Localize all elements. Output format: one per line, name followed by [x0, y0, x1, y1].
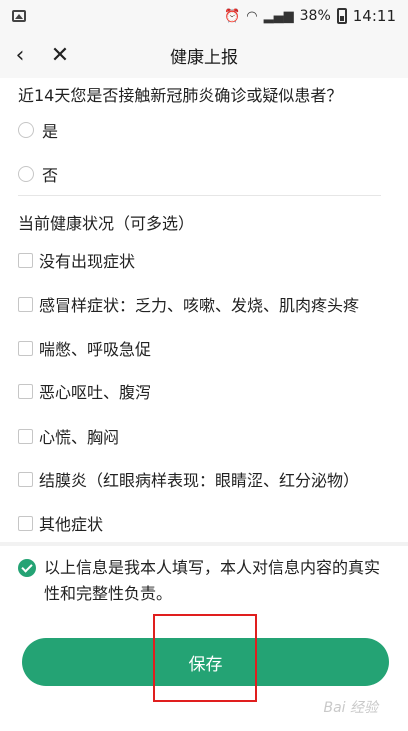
- check-circle-icon[interactable]: [18, 559, 36, 577]
- nav-bar: 健康上报 ‹ ✕: [0, 32, 408, 78]
- check-label: 喘憋、呼吸急促: [39, 340, 152, 359]
- confirm-statement[interactable]: 以上信息是我本人填写，本人对信息内容的真实 性和完整性负责。: [18, 555, 390, 607]
- save-button[interactable]: 保存: [22, 638, 389, 686]
- check-label: 没有出现症状: [39, 252, 136, 271]
- check-option-palpitation[interactable]: 心慌、胸闷: [18, 424, 119, 448]
- check-label: 恶心呕吐、腹泻: [39, 383, 152, 402]
- form-content[interactable]: 近14天您是否接触新冠肺炎确诊或疑似患者？ 是 否 当前健康状况（可多选） 没有…: [0, 78, 408, 548]
- section-divider: [18, 195, 381, 196]
- radio-circle-icon: [18, 122, 34, 138]
- confirm-line-1: 以上信息是我本人填写，本人对信息内容的真实: [44, 558, 381, 577]
- clock: 14:11: [352, 7, 396, 25]
- wifi-icon: ◠: [246, 8, 258, 24]
- check-option-none[interactable]: 没有出现症状: [18, 248, 135, 272]
- check-label: 结膜炎（红眼病样表现：眼睛涩、红分泌物）: [39, 471, 360, 490]
- back-button[interactable]: ‹: [0, 32, 40, 78]
- checkbox-icon: [18, 252, 33, 268]
- checkbox-icon: [18, 383, 33, 399]
- radio-option-yes[interactable]: 是: [18, 118, 58, 142]
- confirm-text: 以上信息是我本人填写，本人对信息内容的真实 性和完整性负责。: [44, 555, 380, 607]
- radio-label: 是: [42, 122, 59, 141]
- watermark-logo: Bai 经验: [323, 700, 378, 716]
- check-option-nausea[interactable]: 恶心呕吐、腹泻: [18, 379, 151, 403]
- confirm-line-2: 性和完整性负责。: [44, 584, 173, 603]
- radio-label: 否: [42, 166, 59, 185]
- check-label: 感冒样症状：乏力、咳嗽、发烧、肌肉疼头疼: [39, 296, 360, 315]
- checkbox-icon: [18, 296, 33, 312]
- checkbox-icon: [18, 340, 33, 356]
- check-label: 心慌、胸闷: [39, 428, 120, 447]
- close-button[interactable]: ✕: [40, 32, 80, 78]
- alarm-icon: ⏰: [224, 8, 241, 24]
- chevron-left-icon: ‹: [15, 42, 25, 68]
- status-bar: ⏰ ◠ ▂▄▆ 38% 14:11: [0, 0, 408, 32]
- status-right: ⏰ ◠ ▂▄▆ 38% 14:11: [224, 7, 396, 25]
- checkbox-icon: [18, 515, 33, 531]
- image-notification-icon: [12, 10, 26, 22]
- checkbox-icon: [18, 428, 33, 444]
- signal-icon: ▂▄▆: [263, 8, 294, 24]
- radio-option-no[interactable]: 否: [18, 162, 58, 186]
- radio-circle-icon: [18, 166, 34, 182]
- check-label: 其他症状: [39, 515, 104, 534]
- check-option-cold[interactable]: 感冒样症状：乏力、咳嗽、发烧、肌肉疼头疼: [18, 292, 359, 316]
- check-option-conjunctivitis[interactable]: 结膜炎（红眼病样表现：眼睛涩、红分泌物）: [18, 467, 359, 491]
- check-option-other[interactable]: 其他症状: [18, 511, 103, 535]
- question-contact-title: 近14天您是否接触新冠肺炎确诊或疑似患者？: [18, 86, 343, 105]
- bottom-separator: [0, 542, 408, 546]
- close-icon: ✕: [50, 42, 70, 68]
- question-health-title: 当前健康状况（可多选）: [18, 214, 195, 233]
- battery-icon: [336, 8, 347, 24]
- battery-percent: 38%: [299, 8, 331, 24]
- checkbox-icon: [18, 471, 33, 487]
- status-left: [12, 10, 26, 22]
- check-option-breath[interactable]: 喘憋、呼吸急促: [18, 336, 151, 360]
